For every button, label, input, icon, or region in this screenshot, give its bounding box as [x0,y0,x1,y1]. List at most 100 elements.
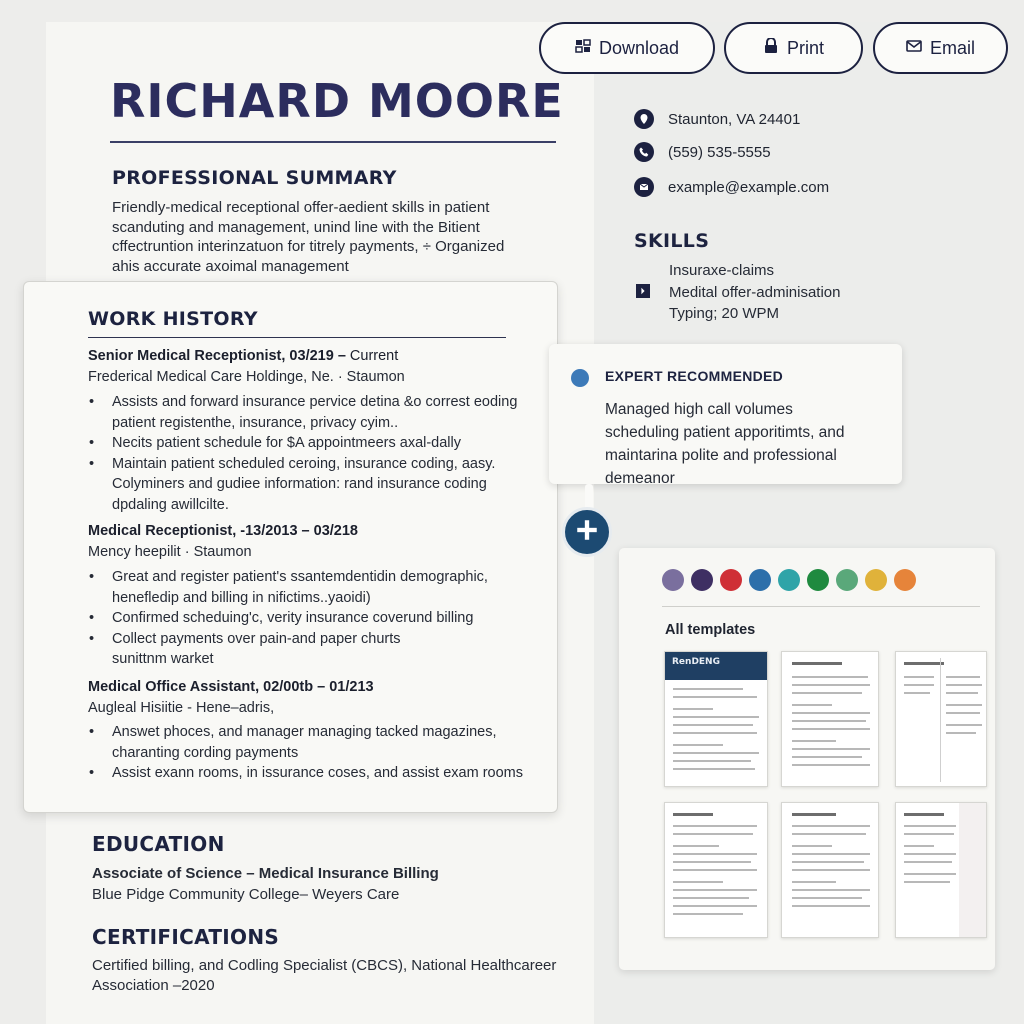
template-line [673,752,759,754]
list-item: Assist exann rooms, in issurance coses, … [88,764,528,784]
template-line [946,692,978,694]
certification-line: Association –2020 [92,976,215,994]
summary-line: ahis accurate axoimal management [112,257,349,275]
list-item: Collect payments over pain-and paper chu… [88,630,528,650]
template-line [792,905,870,907]
list-item: dpdaling awillcilte. [112,496,229,513]
print-button[interactable]: Print [724,22,863,74]
expert-label: EXPERT RECOMMENDED [605,368,784,384]
template-line [673,688,743,690]
template-line [792,825,870,827]
skill-item: Typing; 20 WPM [669,305,780,322]
template-line [904,873,956,875]
job-company: Augleal Hisiitie - Hene–adris, [88,700,275,716]
list-item: Maintain patient scheduled ceroing, insu… [88,455,528,475]
job-company: Frederical Medical Care Holdinge, Ne. · … [88,369,405,385]
template-line [673,897,749,899]
job-title-text: Senior Medical Receptionist, 03/219 – [88,348,346,364]
all-templates-label: All templates [665,622,756,638]
template-line [673,825,757,827]
list-item: patient registenthe, insurance, privacy … [112,414,399,431]
template-thumbnail[interactable] [781,802,879,938]
template-line [673,732,757,734]
summary-text: Friendly-medical receptional offer-aedie… [112,198,504,276]
job-bullets: Answet phoces, and manager managing tack… [88,723,528,785]
expert-line: demeanor [605,470,675,484]
template-line [792,861,864,863]
summary-line: cffectruntion interinzatuon for titrely … [112,238,505,255]
education-school: Blue Pidge Community College– Weyers Car… [92,886,400,903]
template-line [792,833,866,835]
template-thumbnail[interactable] [781,651,879,787]
color-swatch[interactable] [691,569,713,591]
template-line [792,728,870,730]
template-line [904,853,956,855]
arrow-right-icon [636,284,650,298]
email-label: Email [929,37,975,58]
template-line [673,881,723,883]
list-item: Answet phoces, and manager managing tack… [88,723,528,743]
name-divider [110,141,556,143]
template-line [792,881,836,883]
plus-icon [574,517,600,548]
color-swatch[interactable] [807,569,829,591]
template-line [904,662,944,665]
contact-phone: (559) 535-5555 [634,142,771,162]
contact-address-text: Staunton, VA 24401 [668,110,801,128]
color-swatch[interactable] [720,569,742,591]
contact-email-text[interactable]: example@example.com [668,179,829,196]
certifications-heading: CERTIFICATIONS [92,925,280,949]
template-line [792,676,868,678]
template-thumbnail[interactable]: RenDENG [664,651,768,787]
skills-heading: SKILLS [634,230,710,252]
template-line [792,740,836,742]
templates-panel: All templates RenDENG [619,548,995,970]
template-line [946,704,982,706]
color-swatch[interactable] [778,569,800,591]
contact-email: example@example.com [634,177,829,197]
template-thumbnail[interactable] [895,802,987,938]
template-line [904,861,952,863]
list-item: sunittnm warket [112,651,214,667]
download-button[interactable]: Download [539,22,715,74]
summary-line: scanduting and management, unind line wi… [112,218,480,236]
print-label: Print [786,37,824,58]
color-swatch[interactable] [662,569,684,591]
template-thumbnail[interactable] [664,802,768,938]
color-swatch[interactable] [894,569,916,591]
phone-icon [634,142,654,162]
template-thumbnail[interactable] [895,651,987,787]
template-sidebar [959,803,986,937]
download-label: Download [598,37,680,58]
color-swatch[interactable] [865,569,887,591]
template-line [792,692,862,694]
email-button[interactable]: Email [873,22,1008,74]
job-bullets: Assists and forward insurance pervice de… [88,393,528,516]
job-current: Current [345,348,399,364]
template-line [673,833,753,835]
template-line [673,889,757,891]
template-line [792,720,866,722]
expert-line: scheduling patient apporitimts, and [605,424,845,441]
template-line [946,712,980,714]
add-suggestion-button[interactable] [562,507,612,557]
template-line [673,708,713,710]
color-swatch[interactable] [836,569,858,591]
template-line [673,813,713,816]
template-line [673,724,753,726]
job-title: Medical Receptionist, -13/2013 – 03/218 [88,523,358,539]
template-line [673,768,755,770]
list-item: charanting cording payments [112,744,299,761]
color-swatch[interactable] [749,569,771,591]
skill-item: Insuraxe-claims [669,262,775,279]
list-item: Confirmed scheduing'c, verity insurance … [88,609,528,629]
template-line [904,813,944,816]
template-line [946,732,976,734]
template-line [904,676,934,678]
template-line [904,684,934,686]
template-line [946,684,982,686]
template-header-text: RenDENG [672,657,720,667]
skill-item: Medital offer-adminisation [669,283,841,301]
template-line [792,853,870,855]
expert-recommendation-card[interactable]: EXPERT RECOMMENDED Managed high call vol… [549,344,902,484]
